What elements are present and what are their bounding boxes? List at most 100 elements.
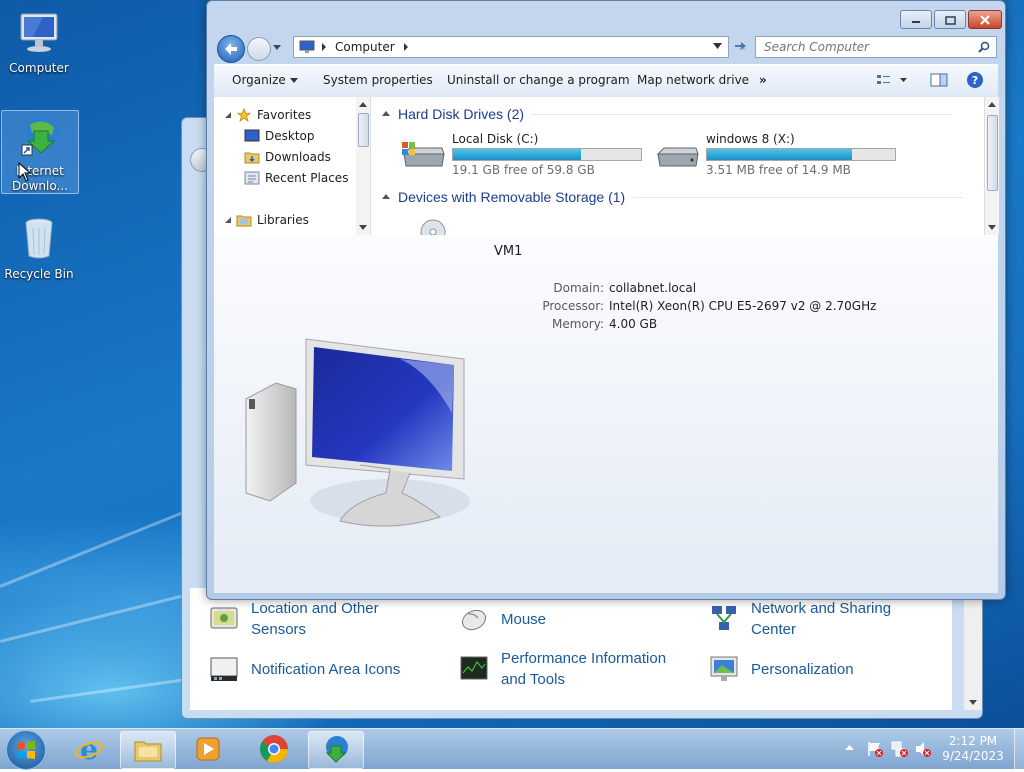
nav-downloads[interactable]: Downloads <box>244 150 331 164</box>
cp-item-notification-area-icons[interactable]: Notification Area Icons <box>208 648 400 690</box>
forward-button[interactable] <box>247 37 271 61</box>
drives-list-scrollbar[interactable] <box>984 97 999 235</box>
cp-item-performance[interactable]: Performance Information and Tools <box>458 648 666 690</box>
scroll-thumb[interactable] <box>358 113 369 147</box>
clock-time: 2:12 PM <box>948 734 998 748</box>
svg-text:e: e <box>80 733 98 765</box>
system-clock[interactable]: 2:12 PM 9/24/2023 <box>936 734 1010 764</box>
navigation-pane-scrollbar[interactable] <box>356 97 371 235</box>
taskbar-windows-explorer[interactable] <box>120 731 176 769</box>
address-dropdown-icon[interactable] <box>713 43 722 50</box>
collapse-arrow-icon[interactable] <box>382 110 390 118</box>
cd-drive-icon[interactable] <box>418 217 448 235</box>
collapse-arrow-icon[interactable] <box>382 193 390 201</box>
desktop-icon-computer[interactable]: Computer <box>1 8 77 76</box>
libraries-icon <box>236 215 252 227</box>
expand-arrow-icon[interactable] <box>224 111 232 119</box>
drive-usage-bar <box>706 148 896 161</box>
preview-pane-button[interactable] <box>930 72 948 91</box>
recycle-bin-icon <box>25 218 53 259</box>
drive-windows-8-x[interactable]: windows 8 (X:) 3.51 MB free of 14.9 MB <box>654 132 900 178</box>
cp-item-label: Notification Area Icons <box>251 660 401 678</box>
taskbar-chrome[interactable] <box>248 731 302 767</box>
control-panel-scrollbar[interactable] <box>963 588 982 710</box>
drive-free-space: 3.51 MB free of 14.9 MB <box>706 163 851 177</box>
desktop-icon-internet-download-manager[interactable]: Internet Downlo... <box>1 110 79 194</box>
taskbar-internet-download-manager[interactable] <box>308 731 364 769</box>
mouse-cursor-icon <box>18 162 32 182</box>
scroll-down-arrow-icon[interactable] <box>359 225 367 231</box>
action-center-flag-icon[interactable] <box>866 740 884 758</box>
network-sharing-icon <box>712 606 736 630</box>
chrome-icon <box>260 735 288 763</box>
hard-drive-icon <box>656 147 699 167</box>
search-icon[interactable] <box>978 41 990 53</box>
close-button[interactable] <box>968 10 1002 29</box>
map-network-drive-button[interactable]: Map network drive <box>637 73 749 87</box>
breadcrumb-computer[interactable]: Computer <box>335 40 395 54</box>
desktop-icon <box>244 129 260 142</box>
drive-local-disk-c[interactable]: Local Disk (C:) 19.1 GB free of 59.8 GB <box>400 132 646 178</box>
desktop-icon-label: Internet Downlo... <box>12 164 68 193</box>
processor-value: Intel(R) Xeon(R) CPU E5-2697 v2 @ 2.70GH… <box>609 299 877 313</box>
scroll-up-arrow-icon[interactable] <box>988 101 996 107</box>
computer-name: VM1 <box>494 244 523 259</box>
breadcrumb-separator-icon[interactable] <box>321 43 327 51</box>
group-header-removable-storage[interactable]: Devices with Removable Storage (1) <box>382 189 982 205</box>
address-bar[interactable]: Computer <box>293 36 729 58</box>
start-button[interactable] <box>6 730 46 770</box>
mouse-icon <box>461 609 487 631</box>
internet-explorer-icon: e <box>74 733 104 765</box>
cp-item-label: Location and Other <box>251 600 379 617</box>
change-view-button[interactable] <box>876 72 908 91</box>
organize-button[interactable]: Organize <box>232 73 298 87</box>
hard-drive-windows-icon <box>402 142 445 167</box>
nav-favorites[interactable]: Favorites <box>224 108 311 122</box>
memory-label: Memory: <box>552 317 604 331</box>
navigation-pane: Favorites Desktop Downloads Recent Place… <box>214 97 357 235</box>
cp-item-personalization[interactable]: Personalization <box>708 648 854 690</box>
cp-item-location-sensors[interactable]: Location and Other Sensors <box>208 598 379 640</box>
volume-muted-icon[interactable] <box>914 740 932 758</box>
cp-item-label: Network and Sharing <box>751 600 892 617</box>
maximize-button[interactable] <box>934 10 966 29</box>
desktop-icon-recycle-bin[interactable]: Recycle Bin <box>1 214 77 282</box>
processor-label: Processor: <box>542 299 604 313</box>
recent-pages-chevron-icon[interactable] <box>272 44 282 52</box>
chevron-down-icon <box>289 78 298 83</box>
back-button[interactable] <box>217 35 245 63</box>
expand-arrow-icon[interactable] <box>224 216 232 224</box>
scroll-down-arrow-icon[interactable] <box>969 700 977 706</box>
nav-recent-places[interactable]: Recent Places <box>244 171 348 185</box>
nav-desktop[interactable]: Desktop <box>244 129 315 143</box>
help-button[interactable]: ? <box>966 71 984 92</box>
scroll-down-arrow-icon[interactable] <box>988 225 996 231</box>
more-commands-button[interactable]: » <box>759 73 767 87</box>
breadcrumb-separator-icon[interactable] <box>403 43 409 51</box>
scroll-thumb[interactable] <box>987 115 998 191</box>
taskbar-internet-explorer[interactable]: e <box>62 731 116 767</box>
show-desktop-button[interactable] <box>1014 729 1024 769</box>
group-header-hard-disk-drives[interactable]: Hard Disk Drives (2) <box>382 106 982 122</box>
show-hidden-icons-icon[interactable] <box>845 744 854 751</box>
cp-item-label: Center <box>751 621 797 638</box>
search-input[interactable] <box>762 37 966 57</box>
preview-pane-icon <box>930 73 948 87</box>
minimize-button[interactable] <box>900 10 932 29</box>
refresh-button[interactable] <box>729 36 751 58</box>
taskbar-media-player[interactable] <box>182 731 236 767</box>
taskbar: e 2:12 PM 9/24/2023 <box>0 728 1024 770</box>
search-box[interactable] <box>755 36 997 58</box>
close-icon <box>980 14 990 25</box>
memory-value: 4.00 GB <box>609 317 658 331</box>
network-icon[interactable] <box>890 740 908 758</box>
nav-libraries[interactable]: Libraries <box>224 213 309 227</box>
uninstall-program-button[interactable]: Uninstall or change a program <box>447 73 630 87</box>
cp-item-network-sharing[interactable]: Network and Sharing Center <box>708 598 891 640</box>
cp-item-mouse[interactable]: Mouse <box>458 598 546 640</box>
scroll-up-arrow-icon[interactable] <box>359 101 367 107</box>
system-properties-button[interactable]: System properties <box>323 73 433 87</box>
drive-usage-fill <box>453 149 581 160</box>
cp-item-label: Sensors <box>251 621 307 638</box>
computer-small-icon <box>299 40 315 53</box>
